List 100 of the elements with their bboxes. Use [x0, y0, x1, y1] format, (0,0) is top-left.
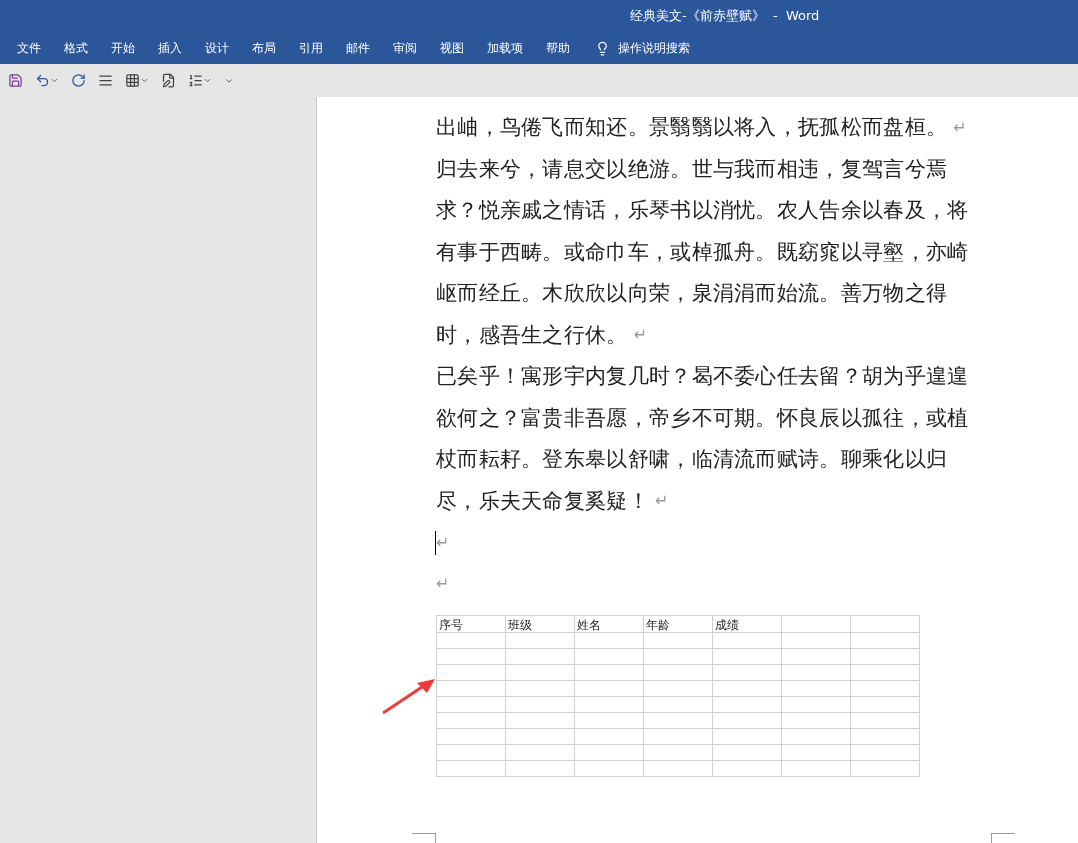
body-text-line: 杖而耘耔。登东皋以舒啸，临清流而赋诗。聊乘化以归 [436, 446, 948, 473]
table-cell[interactable] [781, 664, 851, 681]
annotation-arrow [381, 677, 437, 715]
table-cell[interactable] [850, 664, 920, 681]
table-cell[interactable] [781, 696, 851, 713]
document-edit-icon[interactable] [161, 73, 176, 88]
table-header-cell[interactable] [781, 615, 851, 633]
redo-icon[interactable] [71, 73, 86, 88]
table-cell[interactable] [436, 728, 506, 745]
table-cell[interactable] [505, 760, 575, 777]
body-text-line: 已矣乎！寓形宇内复几时？曷不委心任去留？胡为乎遑遑 [436, 363, 969, 390]
table-header-cell[interactable]: 班级 [505, 615, 575, 633]
table-cell[interactable] [436, 760, 506, 777]
table-cell[interactable] [712, 696, 782, 713]
table-cell[interactable] [436, 680, 506, 697]
caret-icon[interactable] [203, 76, 212, 85]
borders-icon[interactable] [125, 73, 140, 88]
table-cell[interactable] [436, 744, 506, 761]
table-cell[interactable] [574, 696, 644, 713]
table-cell[interactable] [643, 632, 713, 649]
menu-tab[interactable]: 审阅 [393, 39, 417, 57]
table-cell[interactable] [712, 744, 782, 761]
menu-tab[interactable]: 文件 [17, 39, 41, 57]
table-cell[interactable] [505, 632, 575, 649]
table-cell[interactable] [574, 760, 644, 777]
table-header-cell[interactable]: 姓名 [574, 615, 644, 633]
menu-tab[interactable]: 帮助 [546, 39, 570, 57]
table-cell[interactable] [643, 696, 713, 713]
table-cell[interactable] [574, 648, 644, 665]
menu-tab[interactable]: 视图 [440, 39, 464, 57]
table-cell[interactable] [574, 632, 644, 649]
table-cell[interactable] [712, 680, 782, 697]
table-cell[interactable] [712, 760, 782, 777]
table-cell[interactable] [505, 680, 575, 697]
menu-tab[interactable]: 加载项 [487, 39, 523, 57]
align-icon[interactable] [98, 73, 113, 88]
undo-icon[interactable] [35, 73, 50, 88]
table-cell[interactable] [436, 712, 506, 729]
table-cell[interactable] [712, 664, 782, 681]
paragraph-mark: ↵ [633, 324, 648, 347]
table-cell[interactable] [643, 728, 713, 745]
menu-tab[interactable]: 插入 [158, 39, 182, 57]
table-cell[interactable] [850, 728, 920, 745]
table-cell[interactable] [436, 696, 506, 713]
menu-tab[interactable]: 开始 [111, 39, 135, 57]
table-cell[interactable] [436, 648, 506, 665]
table-cell[interactable] [712, 728, 782, 745]
table-cell[interactable] [574, 680, 644, 697]
table-cell[interactable] [574, 744, 644, 761]
table-cell[interactable] [850, 696, 920, 713]
table-cell[interactable] [643, 712, 713, 729]
table-cell[interactable] [574, 712, 644, 729]
table-cell[interactable] [505, 648, 575, 665]
body-text-line: 尽，乐夫天命复奚疑！ [436, 487, 649, 515]
table-cell[interactable] [781, 648, 851, 665]
table-cell[interactable] [505, 696, 575, 713]
table-cell[interactable] [505, 664, 575, 681]
table-cell[interactable] [712, 648, 782, 665]
table-cell[interactable] [850, 632, 920, 649]
page-corner-mark [412, 833, 436, 843]
table-cell[interactable] [436, 632, 506, 649]
table-cell[interactable] [505, 712, 575, 729]
menu-tab[interactable]: 引用 [299, 39, 323, 57]
table-cell[interactable] [643, 744, 713, 761]
table-cell[interactable] [574, 664, 644, 681]
table-cell[interactable] [850, 648, 920, 665]
menu-tab[interactable]: 设计 [205, 39, 229, 57]
menu-tab[interactable]: 邮件 [346, 39, 370, 57]
table-header-cell[interactable]: 序号 [436, 615, 506, 633]
table-cell[interactable] [574, 728, 644, 745]
table-cell[interactable] [850, 680, 920, 697]
table-header-cell[interactable]: 年龄 [643, 615, 713, 633]
table-header-cell[interactable] [850, 615, 920, 633]
table-cell[interactable] [643, 760, 713, 777]
table-cell[interactable] [712, 712, 782, 729]
table-cell[interactable] [505, 744, 575, 761]
line-spacing-icon[interactable] [188, 73, 203, 88]
table-cell[interactable] [781, 744, 851, 761]
search-tell-me[interactable]: 操作说明搜索 [618, 39, 690, 57]
save-icon[interactable] [8, 73, 23, 88]
table-cell[interactable] [850, 760, 920, 777]
table-cell[interactable] [781, 680, 851, 697]
table-cell[interactable] [781, 728, 851, 745]
window-title: 经典美文-《前赤壁赋》 - Word [630, 7, 820, 26]
table-cell[interactable] [781, 712, 851, 729]
caret-icon[interactable] [50, 76, 59, 85]
table-cell[interactable] [850, 744, 920, 761]
table-cell[interactable] [850, 712, 920, 729]
table-cell[interactable] [781, 632, 851, 649]
table-cell[interactable] [436, 664, 506, 681]
table-cell[interactable] [505, 728, 575, 745]
table-cell[interactable] [643, 680, 713, 697]
table-cell[interactable] [781, 760, 851, 777]
caret-icon[interactable] [140, 76, 149, 85]
table-cell[interactable] [643, 664, 713, 681]
menu-tab[interactable]: 格式 [64, 39, 88, 57]
table-header-cell[interactable]: 成绩 [712, 615, 782, 633]
table-cell[interactable] [643, 648, 713, 665]
menu-tab[interactable]: 布局 [252, 39, 276, 57]
table-cell[interactable] [712, 632, 782, 649]
